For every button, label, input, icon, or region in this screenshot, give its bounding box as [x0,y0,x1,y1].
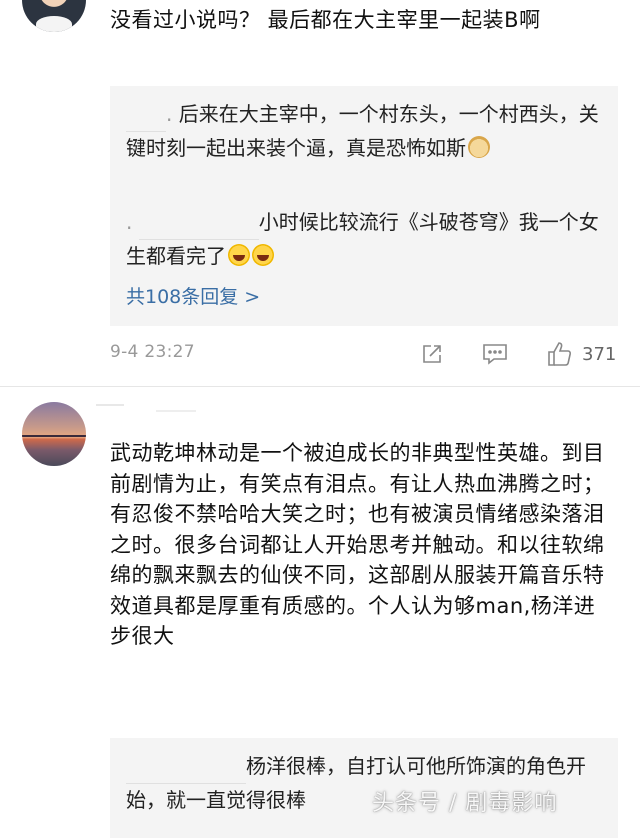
reply-username[interactable] [126,750,246,784]
comment-text: 没看过小说吗？ 最后都在大主宰里一起装B啊 [110,8,541,32]
comment-divider [0,386,640,387]
reply-username[interactable] [138,206,259,240]
reply-thread[interactable]: . 后来在大主宰中，一个村东头，一个村西头，关键时刻一起出来装个逼，真是恐怖如斯… [110,86,618,326]
share-icon [423,345,441,363]
more-replies-link[interactable]: 共108条回复 > [126,282,260,312]
user-avatar[interactable] [22,402,86,466]
laugh-cry-icon [252,244,274,266]
comment-actions: 9-4 23:27 371 [110,340,620,370]
watermark: 头条号 / 剧毒影响 [372,791,558,816]
reply-item[interactable]: . 小时候比较流行《斗破苍穹》我一个女生都看完了 [126,206,606,273]
doge-icon [468,136,490,158]
comment-text: 武动乾坤林动是一个被迫成长的非典型性英雄。到目前剧情为止，有笑点有泪点。有让人热… [110,441,605,648]
comment-button[interactable] [482,340,508,368]
comment-timestamp: 9-4 23:27 [110,342,195,362]
share-button[interactable] [420,340,444,368]
like-button[interactable]: 371 [546,340,616,368]
laugh-cry-icon [228,244,250,266]
username-redacted [96,404,206,412]
like-count: 371 [582,343,617,365]
comment-icon [483,344,507,365]
thumbs-up-icon [548,342,572,366]
reply-text: 后来在大主宰中，一个村东头，一个村西头，关键时刻一起出来装个逼，真是恐怖如斯 [126,102,599,160]
user-avatar[interactable] [22,0,86,32]
reply-item[interactable]: . 后来在大主宰中，一个村东头，一个村西头，关键时刻一起出来装个逼，真是恐怖如斯 [126,98,606,165]
reply-username[interactable] [126,98,166,132]
